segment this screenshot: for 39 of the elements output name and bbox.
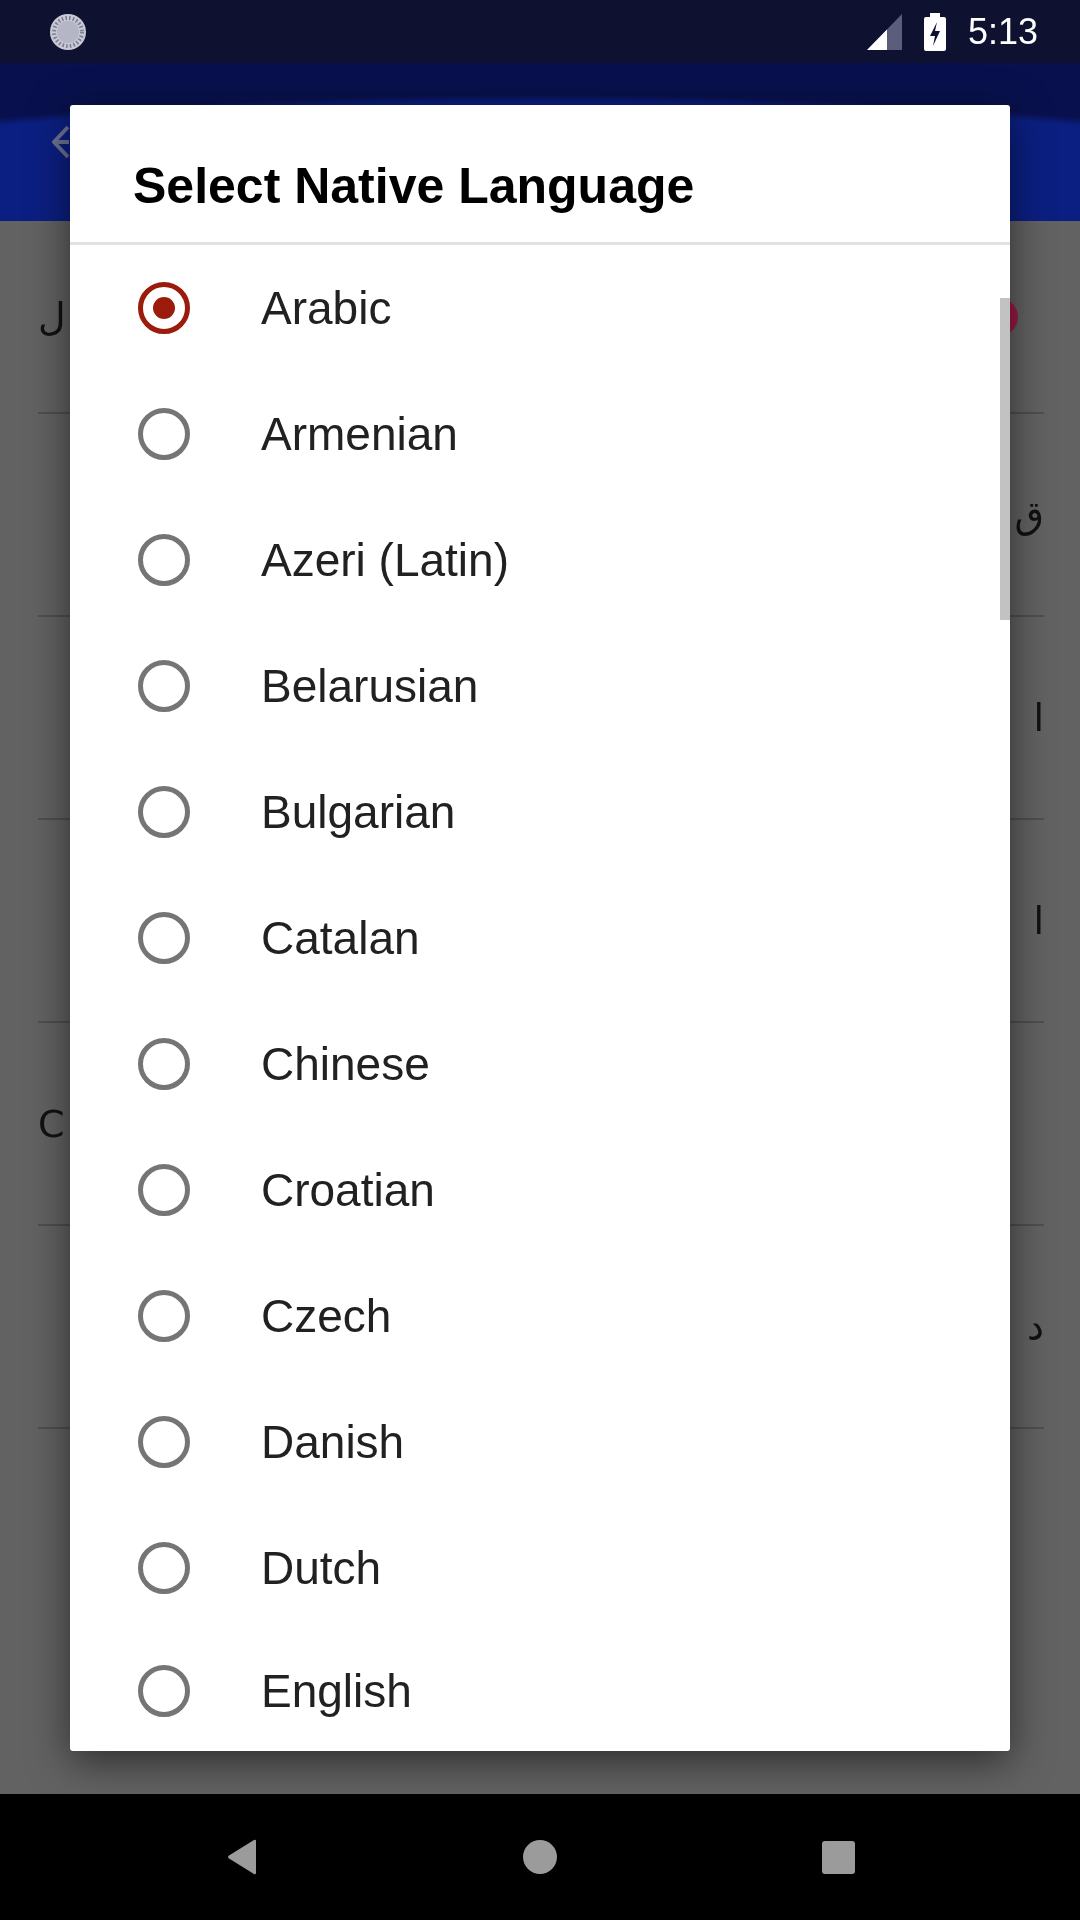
language-option[interactable]: Belarusian xyxy=(70,623,998,749)
list-item-text: C xyxy=(38,1100,65,1147)
language-option[interactable]: English xyxy=(70,1631,998,1751)
radio-button[interactable] xyxy=(138,1416,190,1468)
language-option[interactable]: Arabic xyxy=(70,245,998,371)
signal-icon xyxy=(866,13,902,50)
home-icon[interactable] xyxy=(522,1840,557,1874)
radio-button[interactable] xyxy=(138,1290,190,1342)
language-option[interactable]: Bulgarian xyxy=(70,749,998,875)
back-icon[interactable] xyxy=(225,1839,258,1875)
radio-button[interactable] xyxy=(138,912,190,964)
radio-button[interactable] xyxy=(138,660,190,712)
language-option[interactable]: Dutch xyxy=(70,1505,998,1631)
list-item-text: د xyxy=(1027,1303,1044,1350)
radio-button[interactable] xyxy=(138,534,190,586)
list-item-text: ا xyxy=(1033,694,1044,741)
list-item-text: ا xyxy=(1033,897,1044,944)
radio-button[interactable] xyxy=(138,1164,190,1216)
language-option[interactable]: Catalan xyxy=(70,875,998,1001)
arrow-icon[interactable] xyxy=(52,125,69,159)
language-option[interactable]: Chinese xyxy=(70,1001,998,1127)
language-option[interactable]: Croatian xyxy=(70,1127,998,1253)
list-item-text: ل xyxy=(38,293,66,340)
language-option[interactable]: Azeri (Latin) xyxy=(70,497,998,623)
spinner-icon xyxy=(50,13,86,50)
battery-icon xyxy=(923,12,946,51)
radio-button[interactable] xyxy=(138,1542,190,1594)
radio-button[interactable] xyxy=(138,282,190,334)
radio-button[interactable] xyxy=(138,1038,190,1090)
radio-button[interactable] xyxy=(138,786,190,838)
language-option[interactable]: Czech xyxy=(70,1253,998,1379)
radio-button[interactable] xyxy=(138,1665,190,1717)
language-option[interactable]: Danish xyxy=(70,1379,998,1505)
clock-time: 5:13 xyxy=(967,11,1038,52)
recents-icon[interactable] xyxy=(821,1840,855,1874)
language-option[interactable]: Armenian xyxy=(70,371,998,497)
radio-button[interactable] xyxy=(138,408,190,460)
list-item-text: ق xyxy=(1014,491,1044,538)
dialog-title: Select Native Language xyxy=(133,156,695,214)
